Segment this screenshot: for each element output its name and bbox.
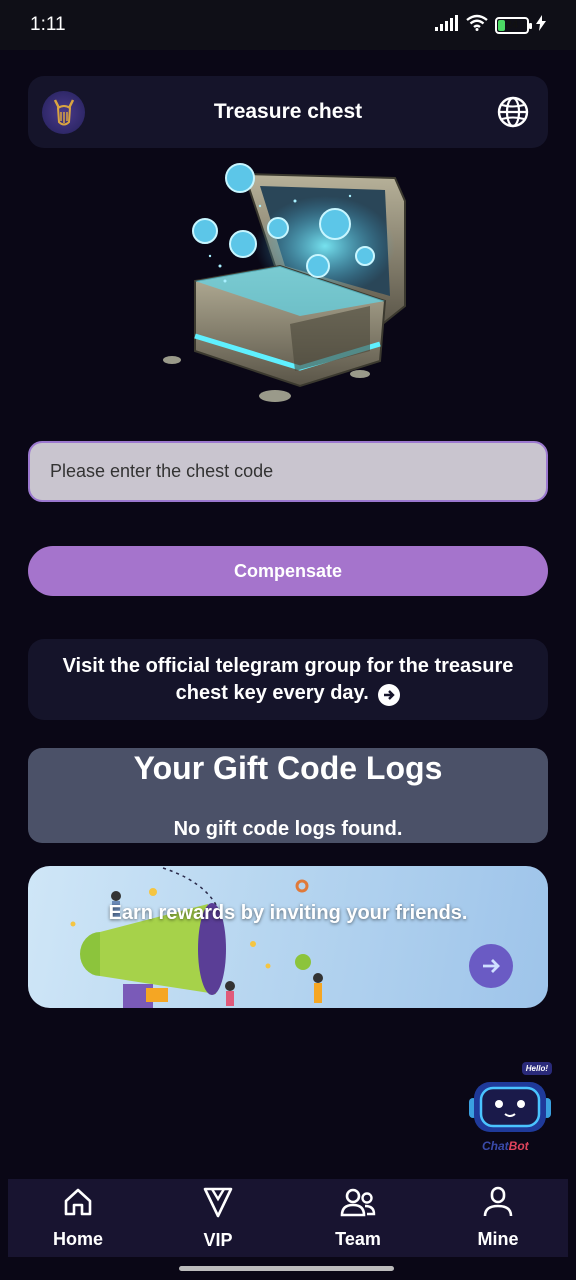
chatbot-icon: [469, 1082, 551, 1132]
gift-logs-card: Your Gift Code Logs No gift code logs fo…: [28, 748, 548, 843]
charging-icon: [536, 14, 546, 36]
vip-diamond-icon: [202, 1185, 234, 1224]
invite-banner[interactable]: Earn rewards by inviting your friends.: [28, 866, 548, 1008]
nav-item-home[interactable]: Home: [28, 1186, 128, 1250]
nav-item-vip[interactable]: VIP: [168, 1185, 268, 1251]
invite-text: Earn rewards by inviting your friends.: [108, 902, 468, 924]
telegram-notice-card[interactable]: Visit the official telegram group for th…: [28, 639, 548, 720]
nav-label-vip: VIP: [203, 1230, 233, 1250]
nav-label-team: Team: [335, 1229, 381, 1249]
nav-label-mine: Mine: [477, 1229, 519, 1249]
home-indicator: [179, 1266, 394, 1271]
wifi-icon: [466, 14, 488, 36]
gift-logs-empty-message: No gift code logs found.: [173, 818, 403, 840]
telegram-notice: Visit the official telegram group for th…: [44, 653, 532, 707]
profile-icon: [482, 1186, 514, 1223]
signal-icon: [435, 14, 459, 36]
home-icon: [62, 1186, 94, 1223]
battery-fill: [498, 19, 506, 31]
nav-item-team[interactable]: Team: [308, 1186, 408, 1250]
treasure-chest-image: [150, 156, 430, 412]
arrow-right-icon[interactable]: [469, 944, 513, 988]
status-icons: 24: [435, 14, 546, 36]
battery-icon: 24: [495, 16, 532, 34]
status-bar: 1:11 24: [0, 0, 576, 50]
status-time: 1:11: [30, 14, 66, 35]
chatbot-button[interactable]: Hello! ChatBot: [466, 1060, 556, 1155]
arrow-right-circle-icon[interactable]: [378, 683, 401, 706]
nav-label-home: Home: [52, 1229, 103, 1249]
telegram-notice-text: Visit the official telegram group for th…: [62, 654, 514, 704]
nav-item-mine[interactable]: Mine: [448, 1186, 548, 1250]
bottom-nav: Home VIP Team Mine: [8, 1179, 568, 1257]
chatbot-label-bot: Bot: [508, 1139, 529, 1153]
viking-logo-icon: [42, 91, 85, 134]
compensate-button[interactable]: Compensate: [28, 546, 548, 596]
globe-icon[interactable]: [496, 95, 530, 129]
chatbot-label-chat: Chat: [482, 1139, 509, 1153]
team-icon: [340, 1186, 376, 1223]
chest-code-input[interactable]: [28, 441, 548, 502]
gift-logs-title: Your Gift Code Logs: [133, 750, 443, 786]
battery-level: 24: [505, 19, 519, 31]
header-card: Treasure chest: [28, 76, 548, 148]
invite-illustration: [70, 867, 323, 1008]
page-title: Treasure chest: [213, 100, 363, 123]
chatbot-label: ChatBot: [482, 1139, 529, 1153]
